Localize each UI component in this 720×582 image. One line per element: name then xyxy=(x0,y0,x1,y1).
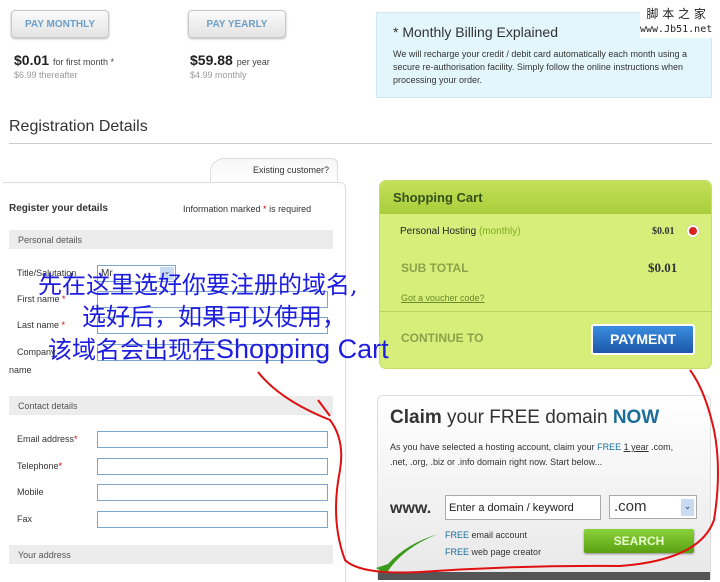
annotation-line3: 该域名会出现在Shopping Cart xyxy=(48,335,389,364)
annotation-line1: 先在这里选好你要注册的域名, xyxy=(38,271,358,299)
annotation-en: Shopping Cart xyxy=(216,334,389,364)
annotation-cn: 该域名会出现在 xyxy=(48,336,216,364)
annotation-line2: 选好后，如果可以使用， xyxy=(82,303,346,331)
